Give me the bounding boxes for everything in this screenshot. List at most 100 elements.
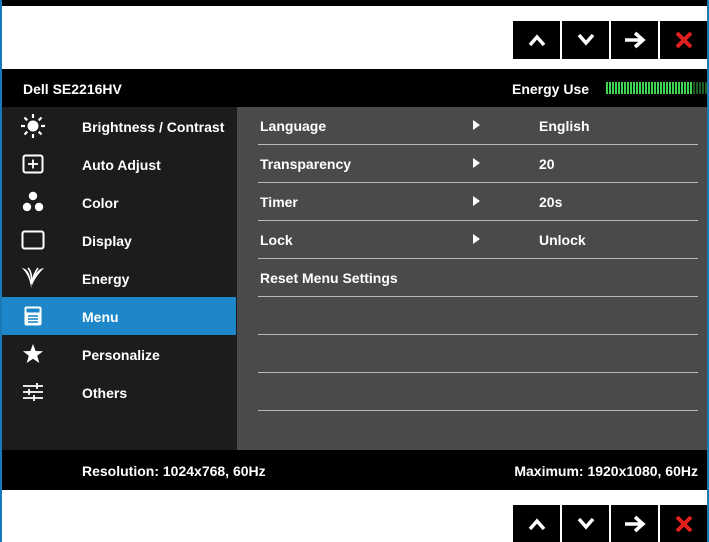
energy-meter-segment xyxy=(609,82,611,94)
menu-row-transparency[interactable]: Transparency 20 xyxy=(237,145,707,183)
arrow-right-small-icon xyxy=(473,120,480,130)
sidebar-item-label: Energy xyxy=(82,271,130,287)
color-icon xyxy=(20,189,46,215)
energy-meter-segment xyxy=(681,82,683,94)
energy-meter-segment xyxy=(621,82,623,94)
menu-row-reset-menu-settings[interactable]: Reset Menu Settings xyxy=(237,259,707,297)
close-icon xyxy=(675,31,692,49)
arrow-right-small-icon xyxy=(473,234,480,244)
down-button[interactable] xyxy=(562,21,609,59)
sidebar: Brightness / Contrast Auto Adjust Color … xyxy=(2,107,236,450)
sidebar-item-auto-adjust[interactable]: Auto Adjust xyxy=(2,145,236,183)
energy-meter-segment xyxy=(606,82,608,94)
energy-meter-segment xyxy=(687,82,689,94)
sidebar-item-label: Others xyxy=(82,385,128,401)
energy-meter-segment xyxy=(618,82,620,94)
energy-meter-segment xyxy=(636,82,638,94)
sliders-icon xyxy=(20,379,46,405)
menu-row-empty xyxy=(237,373,707,411)
osd-header: Dell SE2216HV Energy Use xyxy=(2,69,707,107)
chevron-up-icon xyxy=(528,34,545,47)
row-value: 20s xyxy=(539,194,563,210)
exit-button[interactable] xyxy=(660,21,707,59)
energy-meter-segment xyxy=(657,82,659,94)
energy-meter-segment xyxy=(669,82,671,94)
sidebar-item-display[interactable]: Display xyxy=(2,221,236,259)
monitor-model: Dell SE2216HV xyxy=(23,81,122,97)
sidebar-item-label: Color xyxy=(82,195,119,211)
row-value: English xyxy=(539,118,590,134)
energy-meter-segment xyxy=(675,82,677,94)
row-label: Timer xyxy=(260,194,298,210)
exit-button[interactable] xyxy=(660,505,707,542)
row-label: Lock xyxy=(260,232,293,248)
nav-button-bar-top xyxy=(513,21,707,59)
arrow-right-icon xyxy=(624,515,646,533)
energy-meter-segment xyxy=(627,82,629,94)
energy-meter-segment xyxy=(705,82,707,94)
sidebar-item-menu[interactable]: Menu xyxy=(2,297,236,335)
menu-icon xyxy=(20,303,46,329)
menu-settings-panel: Language English Transparency 20 Timer 2… xyxy=(237,107,707,450)
energy-meter-segment xyxy=(648,82,650,94)
menu-row-timer[interactable]: Timer 20s xyxy=(237,183,707,221)
energy-meter-segment xyxy=(615,82,617,94)
up-button[interactable] xyxy=(513,505,560,542)
energy-meter-segment xyxy=(663,82,665,94)
chevron-down-icon xyxy=(577,33,594,46)
arrow-right-small-icon xyxy=(473,196,480,206)
top-black-strip xyxy=(2,0,707,6)
brightness-icon xyxy=(20,113,46,139)
energy-meter-segment xyxy=(630,82,632,94)
row-divider xyxy=(258,410,698,411)
close-icon xyxy=(675,515,692,533)
energy-meter-segment xyxy=(696,82,698,94)
enter-button[interactable] xyxy=(611,21,658,59)
enter-button[interactable] xyxy=(611,505,658,542)
sidebar-item-color[interactable]: Color xyxy=(2,183,236,221)
energy-meter-segment xyxy=(678,82,680,94)
nav-button-bar-bottom xyxy=(513,505,707,542)
row-label: Transparency xyxy=(260,156,352,172)
energy-meter-segment xyxy=(642,82,644,94)
energy-use-meter xyxy=(606,82,707,94)
menu-row-language[interactable]: Language English xyxy=(237,107,707,145)
energy-meter-segment xyxy=(612,82,614,94)
chevron-up-icon xyxy=(528,518,545,531)
osd-footer: Resolution: 1024x768, 60Hz Maximum: 1920… xyxy=(2,450,707,490)
osd-menu-window: Dell SE2216HV Energy Use Brightness / Co… xyxy=(2,69,707,490)
maximum-resolution: Maximum: 1920x1080, 60Hz xyxy=(514,463,698,479)
menu-row-lock[interactable]: Lock Unlock xyxy=(237,221,707,259)
sidebar-item-label: Menu xyxy=(82,309,119,325)
current-resolution: Resolution: 1024x768, 60Hz xyxy=(82,463,266,479)
menu-row-empty xyxy=(237,335,707,373)
sidebar-item-energy[interactable]: Energy xyxy=(2,259,236,297)
energy-meter-segment xyxy=(660,82,662,94)
energy-meter-segment xyxy=(639,82,641,94)
sidebar-item-others[interactable]: Others xyxy=(2,373,236,411)
down-button[interactable] xyxy=(562,505,609,542)
sidebar-item-label: Brightness / Contrast xyxy=(82,119,225,135)
row-label: Language xyxy=(260,118,327,134)
energy-meter-segment xyxy=(633,82,635,94)
energy-meter-segment xyxy=(690,82,692,94)
sidebar-item-label: Auto Adjust xyxy=(82,157,161,173)
up-button[interactable] xyxy=(513,21,560,59)
sidebar-item-personalize[interactable]: Personalize xyxy=(2,335,236,373)
row-value: 20 xyxy=(539,156,555,172)
energy-meter-segment xyxy=(624,82,626,94)
display-icon xyxy=(20,227,46,253)
energy-meter-segment xyxy=(672,82,674,94)
chevron-down-icon xyxy=(577,517,594,530)
sidebar-item-brightness-contrast[interactable]: Brightness / Contrast xyxy=(2,107,236,145)
menu-row-empty xyxy=(237,297,707,335)
sidebar-item-label: Personalize xyxy=(82,347,160,363)
energy-meter-segment xyxy=(654,82,656,94)
energy-meter-segment xyxy=(702,82,704,94)
sidebar-item-label: Display xyxy=(82,233,132,249)
energy-meter-segment xyxy=(699,82,701,94)
row-label: Reset Menu Settings xyxy=(260,270,398,286)
energy-meter-segment xyxy=(684,82,686,94)
arrow-right-icon xyxy=(624,31,646,49)
star-icon xyxy=(20,341,46,367)
